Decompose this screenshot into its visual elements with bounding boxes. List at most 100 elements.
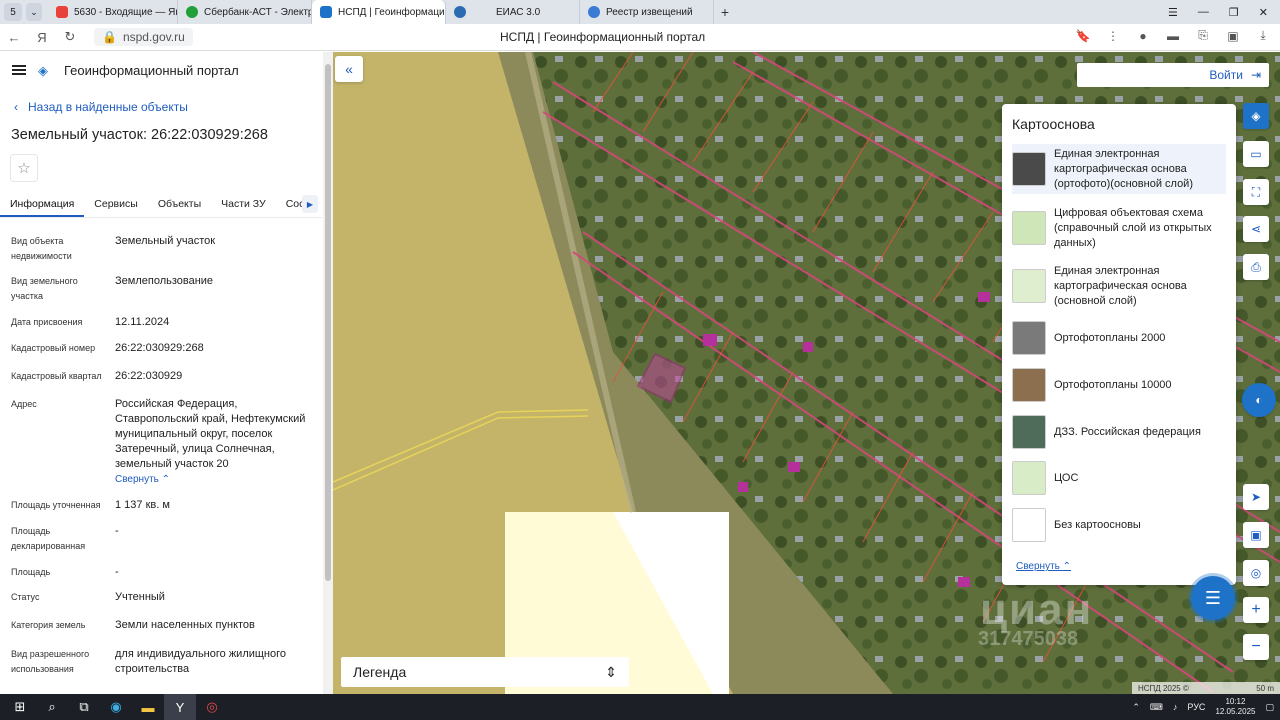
more-icon[interactable]: ⋮ <box>1104 29 1122 43</box>
search-icon[interactable]: ⌕ <box>36 694 68 720</box>
nspd-icon <box>320 6 332 18</box>
share-icon[interactable]: ⋖ <box>1243 216 1269 242</box>
collapse-label: Свернуть <box>1016 561 1060 572</box>
basemap-label: Без картоосновы <box>1054 518 1141 531</box>
ruler-icon[interactable]: ▭ <box>1243 141 1269 167</box>
explorer-icon[interactable]: ▬ <box>132 694 164 720</box>
system-tray: ⌃ ⌨ ♪ РУС 10:12 12.05.2025 ▢ <box>1132 694 1274 720</box>
legend-dropdown[interactable]: Легенда ⇕ <box>341 657 629 687</box>
url-text: nspd.gov.ru <box>122 30 185 44</box>
back-to-results-link[interactable]: ‹ Назад в найденные объекты <box>14 100 188 114</box>
tab-services[interactable]: Сервисы <box>84 192 148 217</box>
minimize-icon[interactable]: — <box>1198 6 1209 18</box>
task-view-icon[interactable]: ⧉ <box>68 694 100 720</box>
hamburger-menu-icon[interactable] <box>12 65 26 75</box>
volume-icon[interactable]: ♪ <box>1173 702 1178 712</box>
language-indicator[interactable]: РУС <box>1187 702 1205 712</box>
panel-scroll-thumb[interactable] <box>325 64 331 581</box>
basemap-label: Единая электронная картографическая осно… <box>1054 264 1187 307</box>
attribution-text: НСПД 2025 © <box>1138 683 1189 693</box>
browser-tab[interactable]: Сбербанк-АСТ - Электро <box>178 0 312 24</box>
download-icon[interactable]: ⤓ <box>1254 28 1272 43</box>
restore-icon[interactable]: ❐ <box>1229 6 1239 19</box>
collapse-label: Свернуть <box>115 474 159 485</box>
print-icon[interactable]: ⎙ <box>1243 254 1269 280</box>
property-value: Российская Федерация, Ставропольский кра… <box>115 398 306 470</box>
edge-icon[interactable]: ◉ <box>100 694 132 720</box>
property-key: Дата присвоения <box>11 317 83 327</box>
menu-icon[interactable]: ☰ <box>1168 6 1178 19</box>
clock-date: 12.05.2025 <box>1215 707 1256 716</box>
yandex-icon[interactable]: Я <box>28 30 56 45</box>
basemap-option[interactable]: Единая электронная картографическая осно… <box>1012 262 1226 310</box>
basemap-panel: Картооснова Единая электронная картограф… <box>1002 104 1236 585</box>
basemap-option[interactable]: Ортофотопланы 10000 <box>1012 367 1226 403</box>
basemap-collapse-link[interactable]: Свернуть ⌃ <box>1016 561 1071 572</box>
login-bar[interactable]: Войти ⇥ <box>1077 63 1269 87</box>
basemap-thumbnail <box>1012 368 1046 402</box>
app-title: Геоинформационный портал <box>64 62 239 78</box>
tab-info[interactable]: Информация <box>0 192 85 217</box>
new-tab-button[interactable]: + <box>714 4 736 20</box>
extension-icon[interactable]: ▬ <box>1164 29 1182 43</box>
extension-icon[interactable]: ▣ <box>1224 29 1242 43</box>
locate-icon[interactable]: ◎ <box>1243 560 1269 586</box>
tab-parts[interactable]: Части ЗУ <box>211 192 276 217</box>
accessibility-icon[interactable]: ◐ <box>1242 383 1276 417</box>
tabs-dropdown-icon[interactable]: ⌄ <box>26 3 42 21</box>
back-icon[interactable]: ← <box>0 30 28 45</box>
bookmark-icon[interactable]: 🔖 <box>1074 29 1092 43</box>
basemap-label: Ортофотопланы 2000 <box>1054 331 1166 344</box>
browser-tab[interactable]: ЕИАС 3.0 <box>446 0 580 24</box>
windows-start-icon[interactable]: ⊞ <box>4 694 36 720</box>
extension-icon[interactable]: ● <box>1134 29 1152 43</box>
clock[interactable]: 10:12 12.05.2025 <box>1215 697 1255 717</box>
browser-tab[interactable]: Реестр извещений <box>580 0 714 24</box>
property-value: 1 137 кв. м <box>115 499 170 511</box>
app-icon[interactable]: ◎ <box>196 694 228 720</box>
legend-label: Легенда <box>353 664 407 680</box>
basemap-label: Единая электронная картографическая осно… <box>1054 147 1193 190</box>
zoom-in-button[interactable]: + <box>1243 597 1269 623</box>
close-window-icon[interactable]: ✕ <box>1259 6 1268 19</box>
navigate-icon[interactable]: ➤ <box>1243 484 1269 510</box>
collapse-address-link[interactable]: Свернуть ⌃ <box>115 474 170 485</box>
basemap-option[interactable]: Единая электронная картографическая осно… <box>1012 144 1226 194</box>
select-area-icon[interactable]: ⛶ <box>1243 179 1269 205</box>
browser-tab-active[interactable]: НСПД | Геоинформаци ✕ <box>312 0 446 24</box>
reload-icon[interactable]: ↻ <box>56 29 84 45</box>
basemap-option[interactable]: Ортофотопланы 2000 <box>1012 320 1226 356</box>
collapse-panel-icon[interactable]: « <box>335 56 363 82</box>
yandex-browser-icon[interactable]: Y <box>164 694 196 720</box>
layers-icon[interactable]: ◈ <box>1243 103 1269 129</box>
basemap-option[interactable]: Без картоосновы <box>1012 507 1226 543</box>
browser-tab[interactable]: 5630 - Входящие — Янде <box>48 0 178 24</box>
extension-icon[interactable]: ⎘ <box>1194 28 1212 43</box>
network-icon[interactable]: ⌨ <box>1150 702 1163 713</box>
property-value: Землепользование <box>115 275 214 287</box>
basemap-option[interactable]: Цифровая объектовая схема (справочный сл… <box>1012 204 1226 252</box>
basemap-option[interactable]: ЦОС <box>1012 460 1226 496</box>
property-key: Адрес <box>11 399 37 409</box>
notifications-icon[interactable]: ▢ <box>1265 702 1274 713</box>
tab-label: Сбербанк-АСТ - Электро <box>204 6 312 18</box>
tabs-scroll-right-icon[interactable]: ▶ <box>302 195 318 213</box>
chat-icon[interactable]: ☰ <box>1191 576 1235 620</box>
chevron-up-icon[interactable]: ⌃ <box>1132 702 1140 713</box>
basemap-thumbnail <box>1012 152 1046 186</box>
basemap-thumbnail <box>1012 269 1046 303</box>
mail-icon <box>56 6 68 18</box>
property-value: 26:22:030929 <box>115 370 183 382</box>
property-key: Площадь <box>11 567 51 577</box>
url-field[interactable]: 🔒 nspd.gov.ru <box>94 28 193 46</box>
chevron-left-icon: ‹ <box>14 100 18 114</box>
tab-label: 5630 - Входящие — Янде <box>74 6 177 18</box>
scale-label: 50 m <box>1256 683 1274 693</box>
tab-objects[interactable]: Объекты <box>148 192 211 217</box>
favorite-star-icon[interactable]: ☆ <box>10 154 38 182</box>
basemap-option[interactable]: ДЗЗ. Российская федерация <box>1012 414 1226 450</box>
picture-in-picture-icon[interactable]: ▣ <box>1243 522 1269 548</box>
zoom-out-button[interactable]: − <box>1243 634 1269 660</box>
tab-count-button[interactable]: 5 <box>4 3 22 21</box>
basemap-label: ЦОС <box>1054 471 1079 484</box>
